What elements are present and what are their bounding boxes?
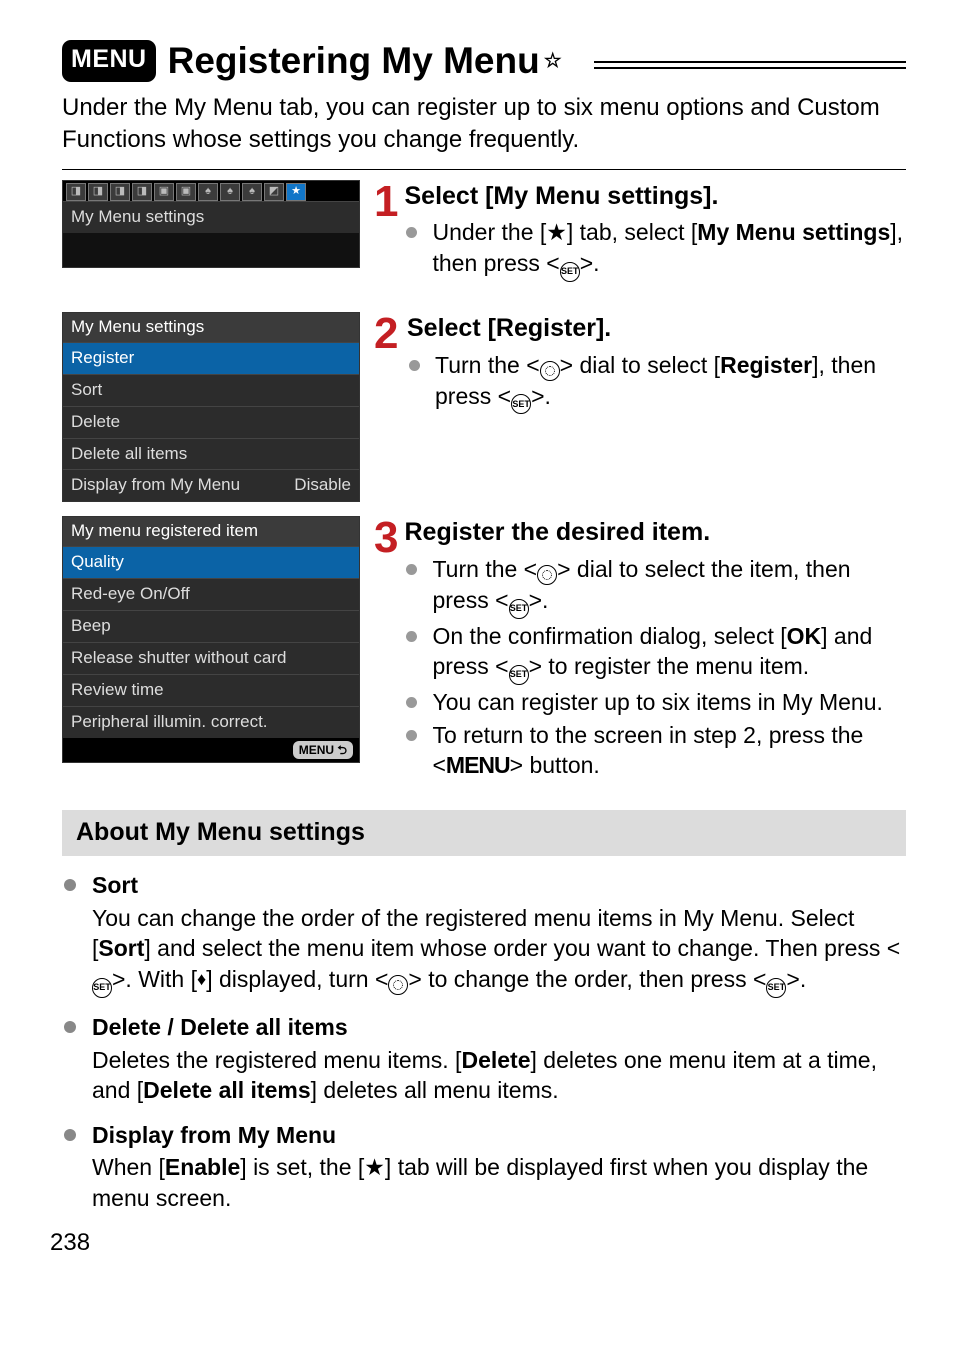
menu-back-icon: MENU ⮌ [293, 741, 353, 759]
about-term: Sort [92, 870, 906, 901]
set-icon: SET [509, 665, 529, 685]
star-icon: ☆ [544, 50, 562, 72]
intro-text: Under the My Menu tab, you can register … [62, 92, 906, 157]
tab-camera-icon: ◨ [110, 183, 130, 201]
step-title: Select [Register]. [407, 312, 906, 346]
page-title: Registering My Menu☆ [168, 36, 562, 86]
about-body: When [Enable] is set, the [★] tab will b… [92, 1154, 868, 1211]
step-number: 1 [374, 180, 398, 224]
menu-label: Display from My Menu [71, 474, 240, 497]
set-icon: SET [766, 978, 786, 998]
step-bullet: You can register up to six items in My M… [404, 687, 906, 717]
tab-camera-icon: ◨ [66, 183, 86, 201]
tab-wrench-icon: ♠ [198, 183, 218, 201]
tab-play-icon: ▣ [154, 183, 174, 201]
divider [62, 169, 906, 170]
screenshot-3: My menu registered item Quality Red-eye … [62, 516, 360, 763]
menu-item: Peripheral illumin. correct. [63, 706, 359, 738]
menu-badge: MENU [62, 40, 156, 82]
set-icon: SET [92, 978, 112, 998]
title-rule [594, 61, 906, 69]
menu-item: Delete [63, 406, 359, 438]
screenshot-2: My Menu settings Register Sort Delete De… [62, 312, 360, 503]
page-title-row: MENU Registering My Menu☆ [62, 36, 906, 86]
step-number: 2 [374, 312, 401, 356]
dial-icon [540, 361, 560, 381]
menu-word-icon: MENU [446, 752, 510, 778]
tab-camera-icon: ◨ [132, 183, 152, 201]
menu-item: Quality [63, 546, 359, 578]
tab-strip: ◨ ◨ ◨ ◨ ▣ ▣ ♠ ♠ ♠ ◩ ★ [63, 181, 359, 201]
step-title: Select [My Menu settings]. [404, 180, 906, 214]
step-bullet: Turn the <> dial to select the item, the… [404, 554, 906, 619]
menu-item: Beep [63, 610, 359, 642]
dial-icon [537, 565, 557, 585]
menu-item: Register [63, 342, 359, 374]
about-term: Delete / Delete all items [92, 1012, 906, 1043]
page-number: 238 [50, 1227, 906, 1259]
tab-wrench-icon: ♠ [220, 183, 240, 201]
set-icon: SET [560, 262, 580, 282]
step-1-row: ◨ ◨ ◨ ◨ ▣ ▣ ♠ ♠ ♠ ◩ ★ My Menu settings 1… [62, 180, 906, 312]
step-bullet: To return to the screen in step 2, press… [404, 720, 906, 781]
menu-item: Review time [63, 674, 359, 706]
menu-item: My Menu settings [63, 201, 359, 233]
screenshot-header: My menu registered item [63, 517, 359, 546]
tab-wrench-icon: ♠ [242, 183, 262, 201]
about-item-delete: Delete / Delete all items Deletes the re… [62, 1012, 906, 1106]
step-bullet: Turn the <> dial to select [Register], t… [407, 350, 906, 415]
screenshot-footer: MENU ⮌ [63, 738, 359, 762]
about-body: You can change the order of the register… [92, 905, 900, 992]
about-body: Deletes the registered menu items. [Dele… [92, 1047, 877, 1104]
tab-camera-icon: ◨ [88, 183, 108, 201]
menu-item: Delete all items [63, 438, 359, 470]
step-2: 2 Select [Register]. Turn the <> dial to… [374, 312, 906, 417]
about-header: About My Menu settings [62, 810, 906, 856]
title-text: Registering My Menu [168, 40, 540, 81]
menu-item: Release shutter without card [63, 642, 359, 674]
about-list: Sort You can change the order of the reg… [62, 870, 906, 1213]
screenshot-1: ◨ ◨ ◨ ◨ ▣ ▣ ♠ ♠ ♠ ◩ ★ My Menu settings [62, 180, 360, 268]
set-icon: SET [509, 599, 529, 619]
screenshot-header: My Menu settings [63, 313, 359, 342]
step-bullet: On the confirmation dialog, select [OK] … [404, 621, 906, 685]
menu-item: Display from My Menu Disable [63, 469, 359, 501]
about-term: Display from My Menu [92, 1120, 906, 1151]
about-item-sort: Sort You can change the order of the reg… [62, 870, 906, 998]
tab-star-icon: ★ [286, 183, 306, 201]
step-3: 3 Register the desired item. Turn the <>… [374, 516, 906, 782]
step-3-row: My menu registered item Quality Red-eye … [62, 516, 906, 792]
menu-item: Red-eye On/Off [63, 578, 359, 610]
step-1: 1 Select [My Menu settings]. Under the [… [374, 180, 906, 284]
menu-item: Sort [63, 374, 359, 406]
tab-cfn-icon: ◩ [264, 183, 284, 201]
menu-value: Disable [294, 474, 351, 497]
step-2-row: My Menu settings Register Sort Delete De… [62, 312, 906, 517]
about-item-display: Display from My Menu When [Enable] is se… [62, 1120, 906, 1214]
step-number: 3 [374, 516, 398, 560]
set-icon: SET [511, 394, 531, 414]
step-title: Register the desired item. [404, 516, 906, 550]
tab-play-icon: ▣ [176, 183, 196, 201]
step-bullet: Under the [★] tab, select [My Menu setti… [404, 217, 906, 281]
dial-icon [388, 975, 408, 995]
